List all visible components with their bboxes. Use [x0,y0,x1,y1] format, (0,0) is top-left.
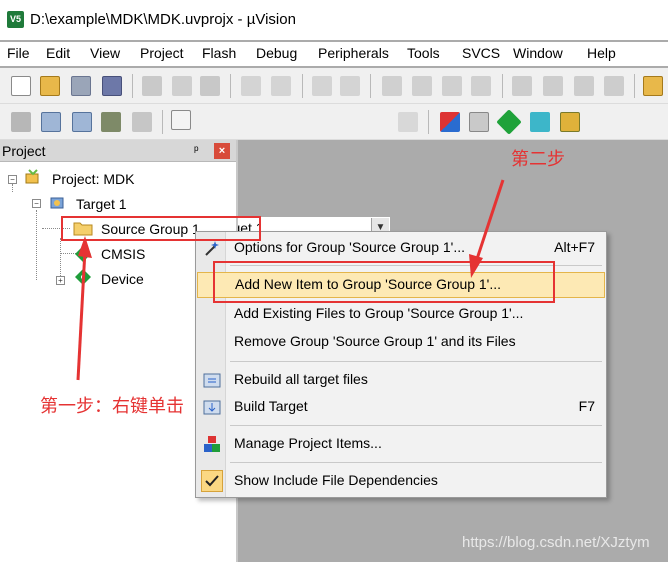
annotation-step1: 第一步：右键单击 [40,396,184,417]
arrow-step1 [76,236,92,381]
watermark: https://blog.csdn.net/XJztym [462,534,650,551]
arrow-step2 [469,179,505,278]
annotation-step2: 第二步 [511,149,565,170]
annotation-arrows [76,179,505,381]
